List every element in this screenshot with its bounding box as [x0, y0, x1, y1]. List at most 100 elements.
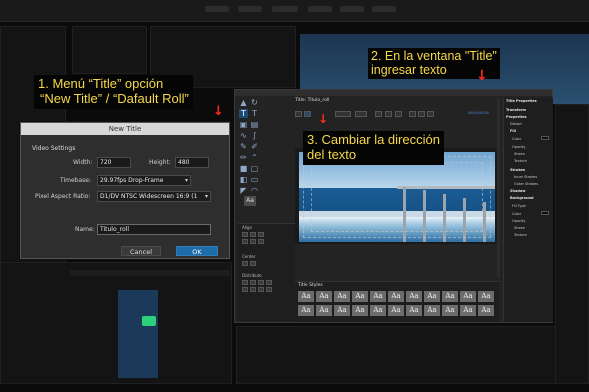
prop-distort[interactable]: Distort — [510, 122, 522, 126]
vertical-path-type-tool-icon[interactable]: ∫ — [250, 131, 259, 140]
type-tool-icon[interactable]: T — [239, 109, 248, 118]
prop-transform[interactable]: Transform — [506, 108, 526, 112]
fill-color-swatch[interactable] — [541, 136, 549, 140]
arc-tool-icon[interactable]: ◠ — [250, 186, 259, 195]
distribute-button[interactable] — [242, 287, 248, 292]
timebase-select[interactable]: 29.97fps Drop-Frame ▾ — [97, 175, 191, 186]
canvas-scrollbar[interactable] — [497, 98, 500, 278]
title-style-swatch[interactable]: Aa — [334, 291, 350, 302]
workspace-tab — [272, 6, 298, 12]
prop-fill-color: Color — [512, 137, 522, 141]
rotate-tool-icon[interactable]: ↻ — [250, 98, 259, 107]
title-style-swatch[interactable]: Aa — [370, 305, 386, 316]
callout-step-3: 3. Cambiar la dirección del texto — [303, 131, 444, 165]
add-anchor-tool-icon[interactable]: ✐ — [250, 142, 259, 151]
title-style-swatch[interactable]: Aa — [424, 305, 440, 316]
bg-color-swatch[interactable] — [541, 211, 549, 215]
width-field[interactable]: 720 — [97, 157, 131, 168]
prop-fill-texture[interactable]: Texture — [514, 159, 527, 163]
title-style-swatch[interactable]: Aa — [460, 305, 476, 316]
prop-bg-texture[interactable]: Texture — [514, 233, 527, 237]
title-style-swatch[interactable]: Aa — [352, 305, 368, 316]
underline-icon[interactable] — [395, 111, 402, 117]
workspace-tab — [238, 6, 262, 12]
title-style-swatch[interactable]: Aa — [442, 305, 458, 316]
align-center-text-icon[interactable] — [418, 111, 425, 117]
title-style-swatch[interactable]: Aa — [370, 291, 386, 302]
text-direction-icon[interactable] — [304, 111, 311, 117]
cancel-button[interactable]: Cancel — [121, 246, 161, 256]
title-tab[interactable]: Title: Titulo_roll — [295, 98, 329, 103]
align-left-button[interactable] — [242, 232, 248, 237]
align-bottom-button[interactable] — [258, 239, 264, 244]
prop-background[interactable]: Background — [510, 196, 534, 200]
width-label: Width: — [73, 159, 93, 166]
title-styles-label: Title Styles — [298, 283, 323, 288]
align-middle-button[interactable] — [250, 239, 256, 244]
title-style-swatch[interactable]: Aa — [406, 305, 422, 316]
distribute-button[interactable] — [266, 280, 272, 285]
title-style-swatch[interactable]: Aa — [316, 291, 332, 302]
title-style-swatch[interactable]: Aa — [316, 305, 332, 316]
title-style-swatch[interactable]: Aa — [388, 305, 404, 316]
title-style-swatch[interactable]: Aa — [334, 305, 350, 316]
distribute-button[interactable] — [250, 280, 256, 285]
new-title-icon[interactable] — [295, 111, 302, 117]
convert-anchor-tool-icon[interactable]: ⌃ — [250, 153, 259, 162]
pixel-aspect-select[interactable]: D1/DV NTSC Widescreen 16:9 (1 ▾ — [97, 191, 211, 202]
title-style-swatch[interactable]: Aa — [478, 305, 494, 316]
distribute-button[interactable] — [242, 280, 248, 285]
font-style-select[interactable] — [355, 111, 367, 117]
title-style-swatch[interactable]: Aa — [298, 305, 314, 316]
wedge-tool-icon[interactable]: ◤ — [239, 186, 248, 195]
title-style-swatch[interactable]: Aa — [388, 291, 404, 302]
prop-bg-sheen[interactable]: Sheen — [514, 226, 525, 230]
prop-inner-strokes[interactable]: Inner Strokes — [514, 175, 537, 179]
prop-outer-strokes[interactable]: Outer Strokes — [514, 182, 538, 186]
center-horizontal-button[interactable] — [242, 261, 248, 266]
align-center-button[interactable] — [250, 232, 256, 237]
rounded-corner-tool-icon[interactable]: ▭ — [250, 175, 259, 184]
prop-strokes[interactable]: Strokes — [510, 168, 525, 172]
distribute-button[interactable] — [258, 287, 264, 292]
prop-fill-sheen[interactable]: Sheen — [514, 152, 525, 156]
bold-icon[interactable] — [375, 111, 382, 117]
distribute-button[interactable] — [266, 287, 272, 292]
delete-anchor-tool-icon[interactable]: ✏ — [239, 153, 248, 162]
timecode[interactable]: 00;00;00;00 — [468, 111, 489, 115]
align-top-button[interactable] — [242, 239, 248, 244]
vertical-area-type-tool-icon[interactable]: ▤ — [250, 120, 259, 129]
clipped-corner-tool-icon[interactable]: ◧ — [239, 175, 248, 184]
height-label: Height: — [149, 159, 171, 166]
height-field[interactable]: 480 — [175, 157, 209, 168]
align-right-button[interactable] — [258, 232, 264, 237]
rectangle-tool-icon[interactable]: ■ — [239, 164, 248, 173]
title-style-swatch[interactable]: Aa — [478, 291, 494, 302]
distribute-button[interactable] — [258, 280, 264, 285]
rounded-rectangle-tool-icon[interactable]: ▢ — [250, 164, 259, 173]
timeline-ruler — [70, 270, 230, 276]
pen-tool-icon[interactable]: ✎ — [239, 142, 248, 151]
distribute-button[interactable] — [250, 287, 256, 292]
selection-tool-icon[interactable]: ▲ — [239, 98, 248, 107]
align-left-text-icon[interactable] — [409, 111, 416, 117]
prop-properties[interactable]: Properties — [506, 115, 527, 119]
center-vertical-button[interactable] — [250, 261, 256, 266]
title-style-swatch[interactable]: Aa — [298, 291, 314, 302]
vertical-type-tool-icon[interactable]: T — [250, 109, 259, 118]
font-family-select[interactable] — [335, 111, 351, 117]
title-style-swatch[interactable]: Aa — [460, 291, 476, 302]
prop-fill[interactable]: Fill — [510, 129, 516, 133]
title-style-swatch[interactable]: Aa — [442, 291, 458, 302]
step-1-arrow-icon: ↓ — [213, 104, 224, 119]
title-style-swatch[interactable]: Aa — [424, 291, 440, 302]
title-style-swatch[interactable]: Aa — [352, 291, 368, 302]
italic-icon[interactable] — [385, 111, 392, 117]
name-field[interactable]: Titulo_roll — [97, 224, 211, 235]
ok-button[interactable]: OK — [176, 246, 218, 256]
prop-shadow[interactable]: Shadow — [510, 189, 526, 193]
title-style-swatch[interactable]: Aa — [406, 291, 422, 302]
path-type-tool-icon[interactable]: ∿ — [239, 131, 248, 140]
area-type-tool-icon[interactable]: ▣ — [239, 120, 248, 129]
align-right-text-icon[interactable] — [427, 111, 434, 117]
